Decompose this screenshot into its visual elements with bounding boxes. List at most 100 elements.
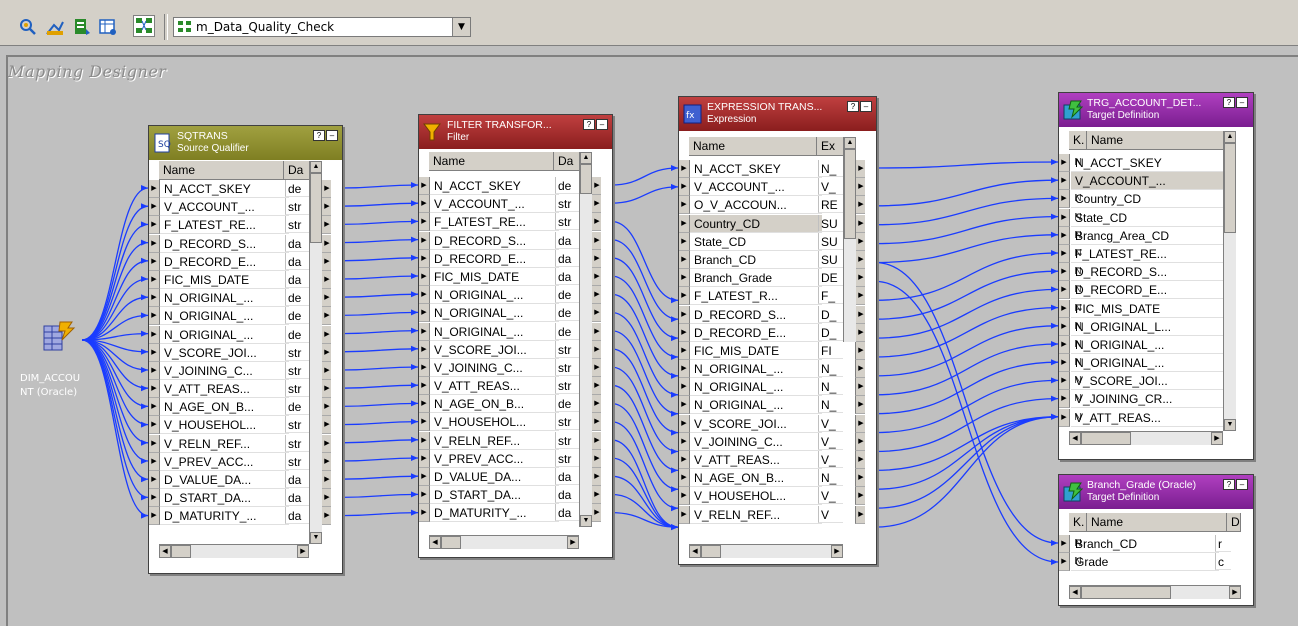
port-row[interactable]: ▶ N N_ORIGINAL_L... [1059, 317, 1241, 336]
input-port-icon[interactable]: ▶ [679, 250, 690, 269]
input-port-icon[interactable]: ▶ [1059, 244, 1070, 263]
horizontal-scrollbar[interactable]: ◀ ▶ [1069, 431, 1223, 445]
port-row[interactable]: ▶ N_ORIGINAL_... N_ ▶ [679, 378, 865, 397]
input-port-icon[interactable]: ▶ [149, 416, 160, 435]
output-port-icon[interactable]: ▶ [591, 468, 601, 486]
scroll-left-icon[interactable]: ◀ [1069, 586, 1081, 599]
link-expression-to-branch[interactable] [874, 261, 1059, 544]
minimize-icon[interactable]: – [1236, 97, 1248, 108]
output-port-icon[interactable]: ▶ [855, 250, 865, 269]
port-row[interactable]: ▶ N_AGE_ON_B... de ▶ [419, 395, 601, 414]
scroll-up-icon[interactable]: ▲ [1224, 131, 1236, 143]
output-port-icon[interactable]: ▶ [321, 180, 331, 198]
output-port-icon[interactable]: ▶ [591, 431, 601, 450]
input-port-icon[interactable]: ▶ [149, 380, 160, 399]
output-port-icon[interactable]: ▶ [855, 396, 865, 415]
input-port-icon[interactable]: ▶ [679, 178, 690, 197]
output-port-icon[interactable]: ▶ [855, 469, 865, 488]
port-row[interactable]: ▶ N_ORIGINAL_... N_ ▶ [679, 396, 865, 415]
input-port-icon[interactable]: ▶ [149, 434, 160, 453]
output-port-icon[interactable]: ▶ [591, 322, 601, 341]
link-source-to-sqtrans[interactable] [81, 339, 149, 408]
vertical-scrollbar[interactable]: ▲ ▼ [309, 161, 322, 544]
input-port-icon[interactable]: ▶ [1059, 408, 1070, 427]
output-port-icon[interactable]: ▶ [321, 416, 331, 435]
input-port-icon[interactable]: ▶ [1059, 190, 1070, 209]
link-expression-to-branch[interactable] [874, 280, 1059, 563]
vertical-scrollbar[interactable]: ▲ ▼ [579, 152, 592, 527]
port-row[interactable]: ▶ State_CD SU ▶ [679, 232, 865, 251]
output-port-icon[interactable]: ▶ [321, 289, 331, 308]
scroll-up-icon[interactable]: ▲ [310, 161, 322, 173]
output-port-icon[interactable]: ▶ [321, 216, 331, 235]
port-row[interactable]: ▶ V_RELN_REF... str ▶ [419, 431, 601, 450]
panel-target-branch[interactable]: Branch_Grade (Oracle) Target Definition … [1058, 474, 1254, 606]
input-port-icon[interactable]: ▶ [1059, 553, 1070, 572]
horizontal-scrollbar[interactable]: ◀ ▶ [1069, 585, 1241, 599]
help-icon[interactable]: ? [1223, 97, 1235, 108]
port-row[interactable]: ▶ N_ORIGINAL_... N_ ▶ [679, 360, 865, 379]
link-sqtrans-to-filter[interactable] [340, 493, 419, 499]
port-row[interactable]: ▶ V_ACCOUNT_... str ▶ [419, 195, 601, 214]
link-expression-to-target[interactable] [874, 325, 1059, 377]
port-row[interactable]: ▶ V_ATT_REAS... V_ ▶ [679, 451, 865, 469]
output-port-icon[interactable]: ▶ [591, 231, 601, 250]
input-port-icon[interactable]: ▶ [419, 231, 430, 250]
port-row[interactable]: ▶ N_ACCT_SKEY N_ ▶ [679, 160, 865, 178]
output-port-icon[interactable]: ▶ [591, 358, 601, 377]
output-port-icon[interactable]: ▶ [321, 471, 331, 489]
port-row[interactable]: ▶ D_VALUE_DA... da ▶ [149, 471, 331, 489]
port-row[interactable]: ▶ N State_CD [1059, 208, 1241, 227]
output-port-icon[interactable]: ▶ [855, 432, 865, 451]
output-port-icon[interactable]: ▶ [855, 232, 865, 251]
minimize-icon[interactable]: – [326, 130, 338, 141]
minimize-icon[interactable]: – [860, 101, 872, 112]
input-port-icon[interactable]: ▶ [419, 395, 430, 414]
link-expression-to-target[interactable] [874, 416, 1059, 528]
link-sqtrans-to-filter[interactable] [340, 475, 419, 480]
port-row[interactable]: ▶ V_SCORE_JOI... V_ ▶ [679, 414, 865, 433]
scroll-left-icon[interactable]: ◀ [689, 545, 701, 558]
port-row[interactable]: ▶ V_SCORE_JOI... str ▶ [149, 343, 331, 362]
output-port-icon[interactable]: ▶ [321, 398, 331, 417]
input-port-icon[interactable]: ▶ [149, 234, 160, 253]
port-row[interactable]: ▶ D_MATURITY_... da ▶ [149, 507, 331, 526]
output-port-icon[interactable]: ▶ [855, 214, 865, 233]
input-port-icon[interactable]: ▶ [1059, 390, 1070, 409]
panel-header[interactable]: Branch_Grade (Oracle) Target Definition … [1059, 475, 1253, 509]
port-row[interactable]: ▶ V_ATT_REAS... str ▶ [149, 380, 331, 399]
link-filter-to-expression[interactable] [610, 439, 679, 528]
output-port-icon[interactable]: ▶ [321, 234, 331, 253]
input-port-icon[interactable]: ▶ [149, 252, 160, 271]
input-port-icon[interactable]: ▶ [679, 232, 690, 251]
scroll-down-icon[interactable]: ▼ [580, 515, 592, 527]
input-port-icon[interactable]: ▶ [149, 216, 160, 235]
panel-expression[interactable]: fx EXPRESSION TRANS... Expression ? – Na… [678, 96, 877, 565]
output-port-icon[interactable]: ▶ [591, 213, 601, 232]
port-row[interactable]: ▶ N Branch_CD r [1059, 535, 1241, 553]
output-port-icon[interactable]: ▶ [321, 452, 331, 471]
port-row[interactable]: ▶ V_ACCOUNT_... V_ ▶ [679, 178, 865, 197]
input-port-icon[interactable]: ▶ [419, 267, 430, 286]
input-port-icon[interactable]: ▶ [149, 270, 160, 289]
horizontal-scrollbar[interactable]: ◀ ▶ [159, 544, 309, 558]
scroll-up-icon[interactable]: ▲ [580, 152, 592, 164]
port-row[interactable]: ▶ D_RECORD_E... da ▶ [149, 252, 331, 271]
output-port-icon[interactable]: ▶ [855, 287, 865, 306]
output-port-icon[interactable]: ▶ [321, 507, 331, 526]
input-port-icon[interactable]: ▶ [679, 378, 690, 397]
link-expression-to-target[interactable] [874, 416, 1059, 490]
link-sqtrans-to-filter[interactable] [340, 275, 419, 280]
link-source-to-sqtrans[interactable] [81, 223, 149, 341]
port-row[interactable]: ▶ D_START_DA... da ▶ [149, 489, 331, 508]
input-port-icon[interactable]: ▶ [1059, 281, 1070, 300]
input-port-icon[interactable]: ▶ [1059, 372, 1070, 391]
output-port-icon[interactable]: ▶ [591, 449, 601, 468]
input-port-icon[interactable]: ▶ [419, 358, 430, 377]
output-port-icon[interactable]: ▶ [321, 325, 331, 344]
scroll-right-icon[interactable]: ▶ [1229, 586, 1241, 599]
help-icon[interactable]: ? [313, 130, 325, 141]
link-expression-to-target[interactable] [874, 215, 1059, 245]
horizontal-scrollbar[interactable]: ◀ ▶ [689, 544, 843, 558]
scroll-thumb[interactable] [171, 545, 191, 558]
